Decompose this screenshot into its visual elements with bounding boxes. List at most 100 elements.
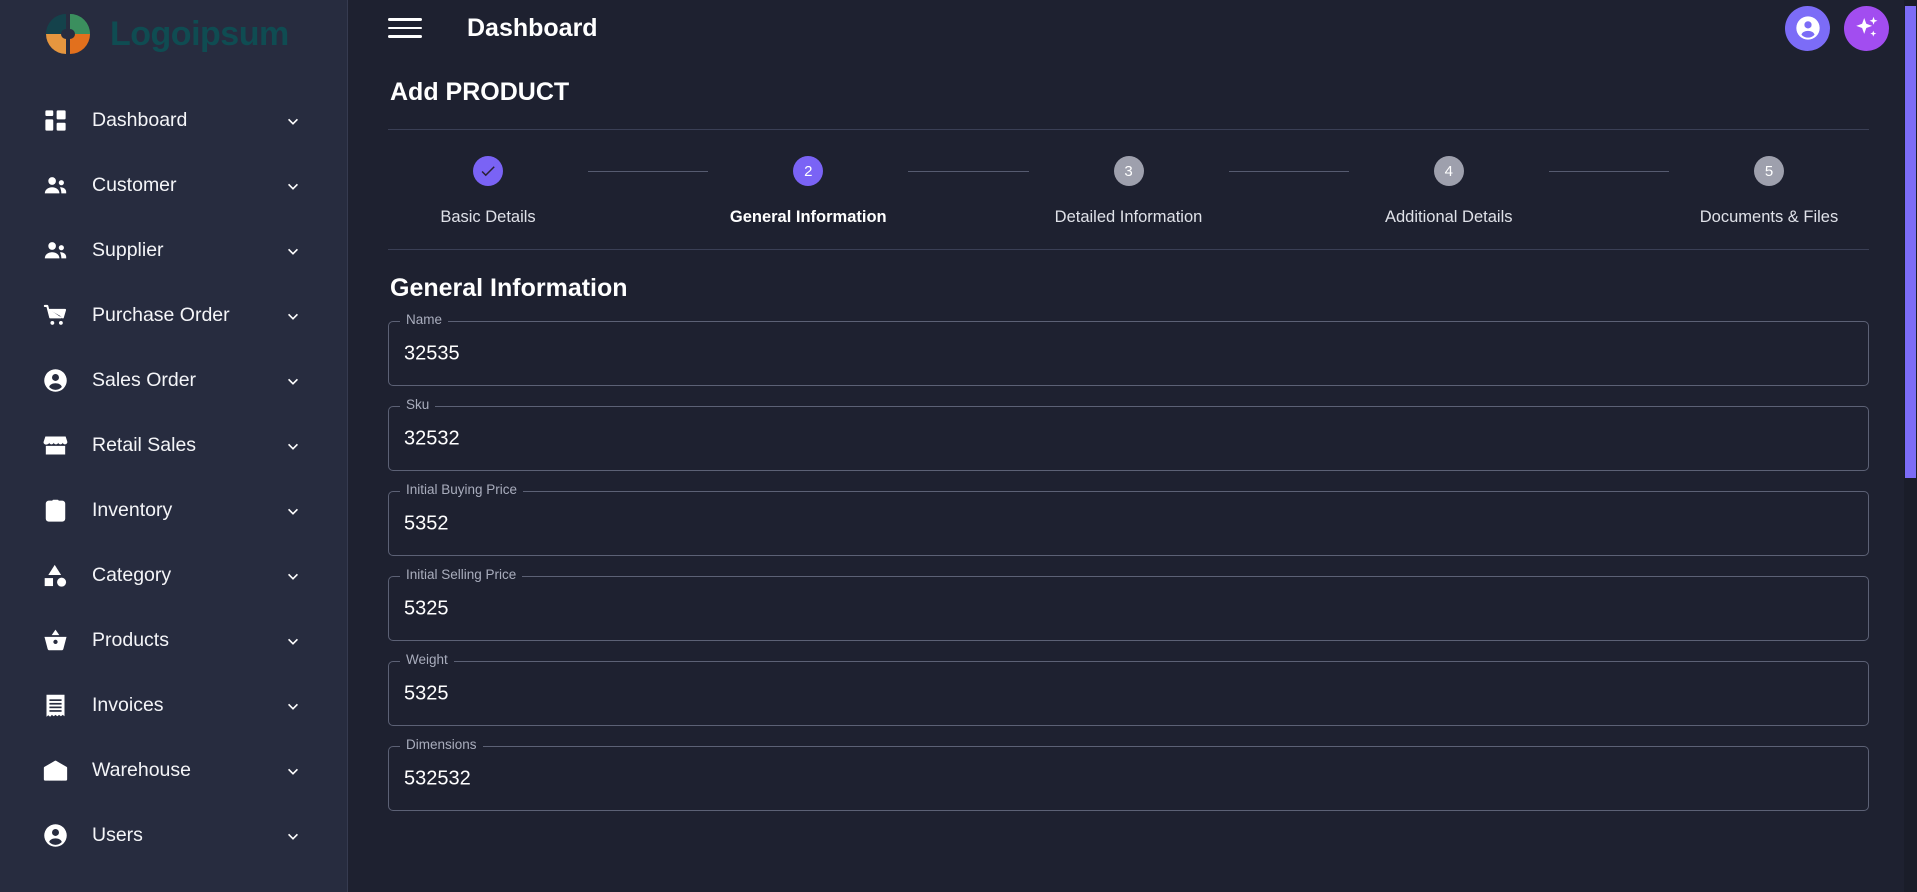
sidebar-item-label: Invoices xyxy=(92,694,164,716)
app-root: Logoipsum Dashboard Customer Supplier Pu… xyxy=(0,0,1917,892)
account-avatar-button[interactable] xyxy=(1785,5,1830,51)
sidebar-item-label: Users xyxy=(92,824,143,846)
step-additional-details[interactable]: 4 Additional Details xyxy=(1349,156,1549,227)
sidebar-item-sales-order[interactable]: Sales Order xyxy=(0,348,347,413)
hamburger-menu-icon[interactable] xyxy=(388,11,422,45)
shopping-basket-icon xyxy=(40,626,70,656)
step-label: Basic Details xyxy=(440,208,536,226)
sidebar-item-label: Sales Order xyxy=(92,369,197,391)
sidebar-item-label: Category xyxy=(92,564,172,586)
chevron-down-icon[interactable] xyxy=(283,631,303,651)
account-circle-icon xyxy=(40,366,70,396)
product-stepper: Basic Details 2 General Information 3 De… xyxy=(388,130,1869,227)
check-icon xyxy=(481,166,495,177)
step-circle-5[interactable]: 5 xyxy=(1754,156,1784,186)
page-title: Dashboard xyxy=(467,13,598,42)
field-label: Initial Selling Price xyxy=(400,567,523,581)
step-circle-1[interactable] xyxy=(473,156,503,186)
step-circle-3[interactable]: 3 xyxy=(1113,156,1144,186)
chevron-down-icon[interactable] xyxy=(283,696,303,716)
topbar: Dashboard xyxy=(348,0,1917,56)
step-label: Additional Details xyxy=(1385,208,1513,226)
scrollbar-thumb[interactable] xyxy=(1905,6,1916,478)
pinwheel-logo-icon xyxy=(40,11,96,57)
sidebar-item-purchase-order[interactable]: Purchase Order xyxy=(0,283,347,348)
name-field[interactable]: Name 32535 xyxy=(388,312,1869,386)
sidebar-item-retail-sales[interactable]: Retail Sales xyxy=(0,413,347,478)
chevron-down-icon[interactable] xyxy=(283,111,303,131)
sidebar-nav: Dashboard Customer Supplier Purchase Ord… xyxy=(0,68,347,868)
step-label: Documents & Files xyxy=(1699,208,1839,226)
main-area: Dashboard Add PRODUCT Basic Details 2 Ge… xyxy=(348,0,1917,892)
people-icon xyxy=(40,236,70,266)
step-general-information[interactable]: 2 General Information xyxy=(708,156,908,227)
content-area: Add PRODUCT Basic Details 2 General Info… xyxy=(348,78,1917,811)
step-detailed-information[interactable]: 3 Detailed Information xyxy=(1029,156,1229,227)
warehouse-icon xyxy=(40,756,70,786)
step-documents-files[interactable]: 5 Documents & Files xyxy=(1669,156,1869,227)
field-value: 32535 xyxy=(404,342,460,364)
form-title: General Information xyxy=(390,274,628,302)
sidebar-item-label: Products xyxy=(92,629,169,651)
brand-name: Logoipsum xyxy=(110,14,289,53)
step-label: Detailed Information xyxy=(1054,208,1203,226)
sku-field[interactable]: Sku 32532 xyxy=(388,397,1869,471)
dimensions-field[interactable]: Dimensions 532532 xyxy=(388,737,1869,811)
step-connector xyxy=(1228,171,1349,172)
field-label: Sku xyxy=(400,397,436,411)
field-value: 5325 xyxy=(404,597,449,619)
step-label: General Information xyxy=(729,208,887,226)
chevron-down-icon[interactable] xyxy=(283,176,303,196)
sidebar-item-customer[interactable]: Customer xyxy=(0,153,347,218)
shapes-category-icon xyxy=(40,561,70,591)
field-value: 32532 xyxy=(404,427,460,449)
ai-assistant-button[interactable] xyxy=(1844,5,1889,51)
sidebar-item-users[interactable]: Users xyxy=(0,803,347,868)
initial-buying-price-field[interactable]: Initial Buying Price 5352 xyxy=(388,482,1869,556)
chevron-down-icon[interactable] xyxy=(283,371,303,391)
sidebar-item-label: Dashboard xyxy=(92,109,188,131)
chevron-down-icon[interactable] xyxy=(283,306,303,326)
sidebar-item-invoices[interactable]: Invoices xyxy=(0,673,347,738)
sidebar-item-supplier[interactable]: Supplier xyxy=(0,218,347,283)
sidebar: Logoipsum Dashboard Customer Supplier Pu… xyxy=(0,0,348,892)
step-connector xyxy=(908,171,1029,172)
clipboard-check-icon xyxy=(40,496,70,526)
sidebar-item-label: Supplier xyxy=(92,239,164,261)
chevron-down-icon[interactable] xyxy=(283,566,303,586)
sidebar-item-products[interactable]: Products xyxy=(0,608,347,673)
weight-field[interactable]: Weight 5325 xyxy=(388,652,1869,726)
receipt-icon xyxy=(40,691,70,721)
people-icon xyxy=(40,171,70,201)
field-value: 5352 xyxy=(404,512,449,534)
sidebar-item-label: Inventory xyxy=(92,499,173,521)
sidebar-item-label: Purchase Order xyxy=(92,304,230,326)
vertical-scrollbar[interactable] xyxy=(1904,0,1917,892)
step-connector xyxy=(588,171,709,172)
sidebar-item-inventory[interactable]: Inventory xyxy=(0,478,347,543)
chevron-down-icon[interactable] xyxy=(283,826,303,846)
shopping-cart-icon xyxy=(40,301,70,331)
step-circle-4[interactable]: 4 xyxy=(1433,156,1464,186)
field-label: Name xyxy=(400,312,449,326)
step-connector xyxy=(1548,171,1669,172)
field-value: 532532 xyxy=(404,767,471,789)
sidebar-item-category[interactable]: Category xyxy=(0,543,347,608)
initial-selling-price-field[interactable]: Initial Selling Price 5325 xyxy=(388,567,1869,641)
page-heading: Add PRODUCT xyxy=(390,78,570,106)
chevron-down-icon[interactable] xyxy=(283,761,303,781)
chevron-down-icon[interactable] xyxy=(283,436,303,456)
sidebar-item-warehouse[interactable]: Warehouse xyxy=(0,738,347,803)
step-circle-2[interactable]: 2 xyxy=(793,156,824,186)
sidebar-item-label: Customer xyxy=(92,174,177,196)
sparkle-icon xyxy=(1853,14,1881,42)
storefront-icon xyxy=(40,431,70,461)
account-circle-icon xyxy=(40,821,70,851)
chevron-down-icon[interactable] xyxy=(283,501,303,521)
step-basic-details[interactable]: Basic Details xyxy=(388,156,588,227)
brand-logo[interactable]: Logoipsum xyxy=(0,0,347,68)
field-label: Initial Buying Price xyxy=(400,482,524,496)
sidebar-item-dashboard[interactable]: Dashboard xyxy=(0,88,347,153)
field-label: Weight xyxy=(400,652,454,666)
chevron-down-icon[interactable] xyxy=(283,241,303,261)
